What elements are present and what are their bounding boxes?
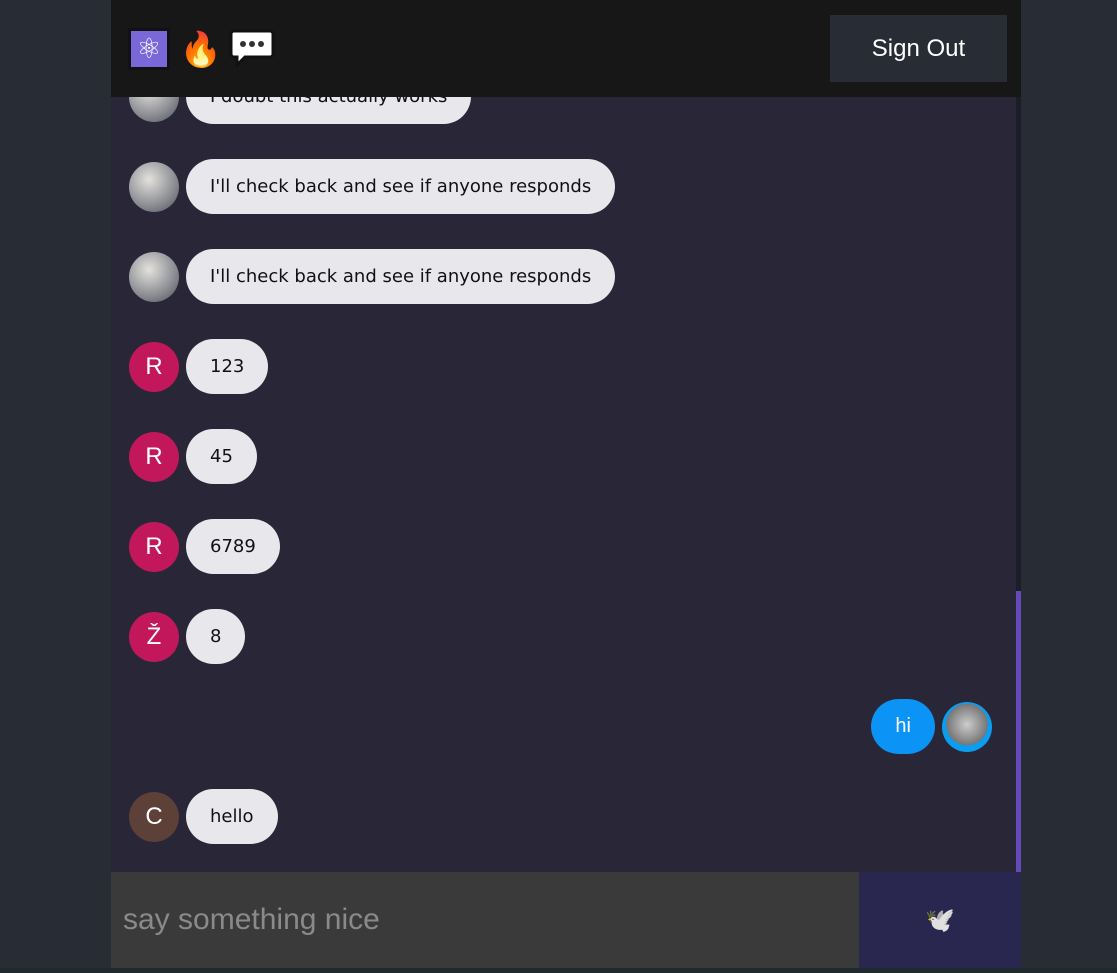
send-button[interactable]: 🕊️ xyxy=(859,872,1021,968)
avatar: C xyxy=(129,791,179,842)
message-text: hi xyxy=(871,699,935,754)
message-text: hello xyxy=(186,789,278,844)
scrollbar[interactable] xyxy=(1016,97,1021,872)
message-sent: hi xyxy=(871,699,992,754)
message-form: 🕊️ xyxy=(111,872,1021,968)
chat-app: I doubt this actually works I'll check b… xyxy=(111,0,1021,968)
message: I'll check back and see if anyone respon… xyxy=(129,159,616,214)
message-list: I doubt this actually works I'll check b… xyxy=(111,0,1016,872)
message-input[interactable] xyxy=(111,872,859,968)
message-text: 45 xyxy=(186,429,257,484)
message: R 6789 xyxy=(129,519,280,574)
message-text: I'll check back and see if anyone respon… xyxy=(186,249,616,304)
sign-out-button[interactable]: Sign Out xyxy=(830,15,1007,82)
avatar xyxy=(129,161,179,212)
message-text: 6789 xyxy=(186,519,280,574)
message: Chello xyxy=(129,789,278,844)
fire-icon: 🔥 xyxy=(179,30,223,70)
message-text: I'll check back and see if anyone respon… xyxy=(186,159,616,214)
avatar: R xyxy=(129,521,179,572)
atom-icon: ⚛ xyxy=(128,28,170,70)
scrollbar-thumb[interactable] xyxy=(1016,591,1021,872)
message: I'll check back and see if anyone respon… xyxy=(129,249,616,304)
avatar: Ž xyxy=(129,611,179,662)
message-text: 8 xyxy=(186,609,246,664)
message: R 123 xyxy=(129,339,269,394)
avatar: R xyxy=(129,431,179,482)
header: ⚛ 🔥 Sign Out xyxy=(111,0,1021,97)
message: R 45 xyxy=(129,429,257,484)
speech-bubble-icon xyxy=(229,28,275,68)
message: Ž8 xyxy=(129,609,246,664)
avatar xyxy=(942,701,992,752)
message-text: 123 xyxy=(186,339,269,394)
dove-icon: 🕊️ xyxy=(925,906,955,934)
avatar xyxy=(129,251,179,302)
bottom-strip xyxy=(0,968,1117,973)
avatar: R xyxy=(129,341,179,392)
